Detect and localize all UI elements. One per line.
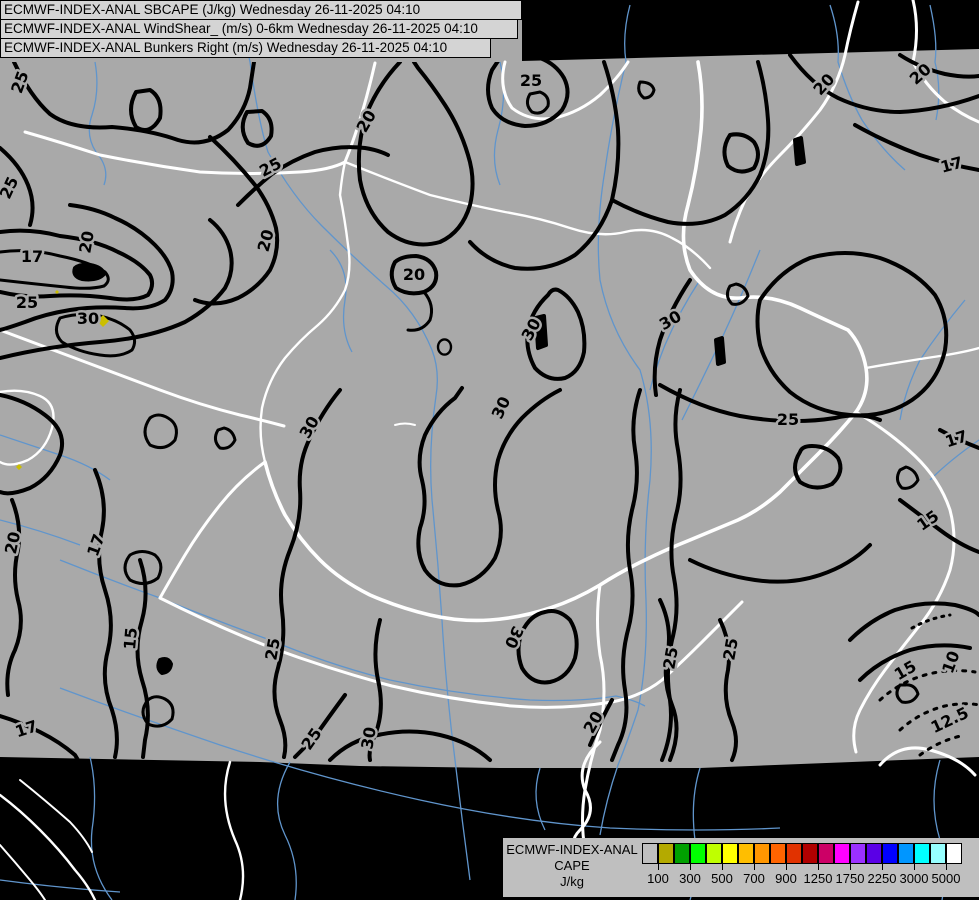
- contour-label: 30: [357, 725, 380, 750]
- legend-color-cell: [898, 843, 914, 864]
- contour-label: 17: [21, 247, 43, 266]
- legend-color-cell: [818, 843, 834, 864]
- legend-tick: [818, 864, 819, 870]
- cape-legend: ECMWF-INDEX-ANAL CAPE J/kg 100 300 500 700 9…: [503, 838, 979, 897]
- legend-color-cell: [690, 843, 706, 864]
- contour-label: 20: [254, 227, 278, 253]
- legend-tick: [786, 864, 787, 870]
- contour-label: 25: [256, 154, 285, 181]
- legend-tick: [722, 864, 723, 870]
- contour-label: 20: [403, 265, 425, 284]
- contour-label: 30: [656, 306, 685, 334]
- legend-tick-label: 500: [711, 871, 733, 886]
- contour-lines: [0, 53, 979, 762]
- legend-color-cell: [674, 843, 690, 864]
- contour-label: 20: [75, 229, 98, 254]
- legend-tick-label: 100: [647, 871, 669, 886]
- contour-label: 25: [520, 71, 542, 90]
- legend-tick-label: 1750: [835, 871, 865, 886]
- legend-color-cell: [786, 843, 802, 864]
- contour-label: 25: [719, 636, 742, 661]
- legend-color-cell: [850, 843, 866, 864]
- legend-tick-label: 1250: [803, 871, 833, 886]
- legend-color-cell: [770, 843, 786, 864]
- legend-text: ECMWF-INDEX-ANAL CAPE J/kg: [503, 842, 641, 890]
- contour-label: 30: [488, 394, 515, 422]
- contour-label: 25: [0, 174, 22, 202]
- legend-tick: [850, 864, 851, 870]
- contour-label: 17: [943, 426, 970, 451]
- legend-color-cell: [866, 843, 882, 864]
- legend-tick-label: 5000: [931, 871, 961, 886]
- contour-label: 17: [938, 153, 964, 177]
- map-canvas: 25251720253025202025203020 20173020 171530…: [0, 0, 979, 900]
- contour-label: 20: [1, 530, 24, 556]
- legend-tick: [882, 864, 883, 870]
- title-bar-bunkers: ECMWF-INDEX-ANAL Bunkers Right (m/s) Wed…: [0, 38, 491, 58]
- weather-map-page: 25 25 17 20 25 30 25 20 20 25 20 30 20 20 17 30 20 17 15 30…: [0, 0, 979, 900]
- contour-label: 15: [120, 627, 141, 651]
- legend-tick: [914, 864, 915, 870]
- legend-color-cell: [914, 843, 930, 864]
- contour-label: 17: [83, 531, 108, 558]
- contour-label: 25: [261, 636, 284, 661]
- contour-label: 15: [891, 656, 920, 684]
- contour-label: 25: [777, 410, 799, 429]
- contour-label: 30: [77, 309, 99, 328]
- contour-label: 25: [659, 645, 682, 670]
- legend-color-cell: [754, 843, 770, 864]
- legend-color-cell: [930, 843, 946, 864]
- contour-label: 25: [16, 293, 38, 312]
- legend-tick: [658, 864, 659, 870]
- legend-color-cell: [642, 843, 658, 864]
- legend-tick-label: 700: [743, 871, 765, 886]
- legend-unit-label: J/kg: [560, 874, 584, 889]
- legend-color-cell: [946, 843, 962, 864]
- legend-color-cell: [706, 843, 722, 864]
- contour-label: 10: [938, 648, 963, 675]
- legend-color-cell: [802, 843, 818, 864]
- legend-color-cell: [722, 843, 738, 864]
- cape-spot: [55, 290, 59, 294]
- legend-model-label: ECMWF-INDEX-ANAL: [506, 842, 638, 857]
- legend-tick: [690, 864, 691, 870]
- legend-tick-label: 300: [679, 871, 701, 886]
- legend-color-cell: [834, 843, 850, 864]
- legend-tick: [946, 864, 947, 870]
- contour-label: 20: [906, 59, 935, 88]
- title-bar-windshear: ECMWF-INDEX-ANAL WindShear_ (m/s) 0-6km …: [0, 19, 518, 39]
- legend-color-cell: [882, 843, 898, 864]
- legend-field-label: CAPE: [554, 858, 590, 873]
- legend-tick-label: 3000: [899, 871, 929, 886]
- legend-color-cell: [658, 843, 674, 864]
- legend-tick-label: 2250: [867, 871, 897, 886]
- title-bar-sbcape: ECMWF-INDEX-ANAL SBCAPE (J/kg) Wednesday…: [0, 0, 522, 20]
- legend-tick: [754, 864, 755, 870]
- legend-tick-label: 900: [775, 871, 797, 886]
- legend-color-cell: [738, 843, 754, 864]
